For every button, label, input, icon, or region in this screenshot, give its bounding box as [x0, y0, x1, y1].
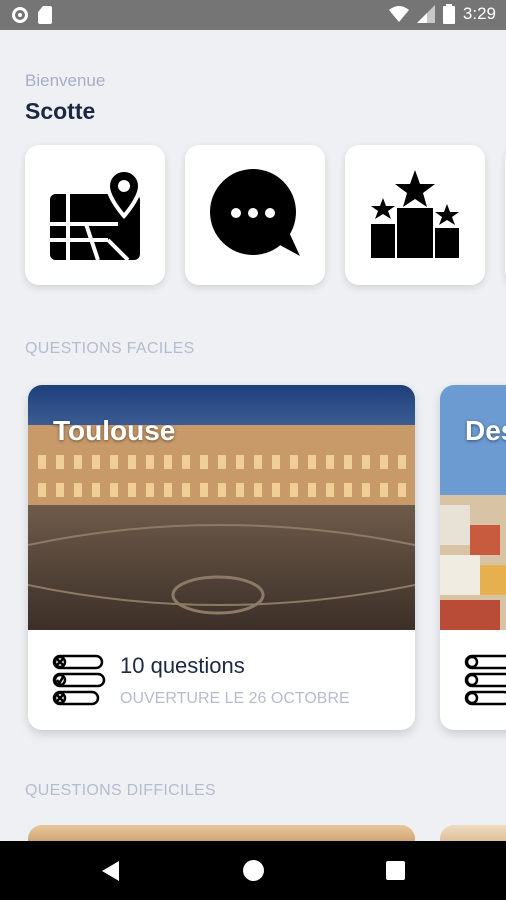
card-title-partial: Des [465, 415, 506, 446]
question-list-icon [52, 654, 106, 706]
welcome-label: Bienvenue [25, 71, 106, 90]
status-bar: 3:29 [0, 0, 506, 30]
chat-tile[interactable] [185, 145, 325, 285]
main-content[interactable]: Bienvenue Scotte QUESTIONS FACILES Toulo… [0, 30, 506, 841]
chat-bubble-icon [210, 169, 300, 256]
hard-card-peek-2[interactable] [440, 825, 506, 841]
back-icon[interactable] [102, 861, 119, 881]
quiz-card-partial[interactable]: Des [440, 385, 506, 730]
status-left [12, 6, 52, 24]
navigation-bar [0, 841, 506, 900]
wifi-icon [388, 6, 409, 22]
opening-date: OUVERTURE LE 26 OCTOBRE [120, 690, 350, 707]
easy-section-title: QUESTIONS FACILES [25, 340, 195, 357]
notification-icon [12, 7, 28, 23]
map-tile[interactable] [25, 145, 165, 285]
leaderboard-tile[interactable] [345, 145, 485, 285]
podium-stars-icon [371, 170, 459, 258]
home-icon[interactable] [243, 860, 264, 881]
hard-section-title: QUESTIONS DIFFICILES [25, 782, 216, 799]
card-title: Toulouse [53, 415, 176, 446]
status-right: 3:29 [388, 4, 496, 24]
quiz-card-toulouse[interactable]: Toulouse 10 questions OUVERTURE LE 26 OC… [28, 385, 415, 730]
battery-icon [442, 4, 455, 24]
question-list-icon [464, 654, 506, 706]
username: Scotte [25, 98, 96, 124]
hard-card-peek-1[interactable] [28, 825, 415, 841]
recent-apps-icon[interactable] [386, 861, 405, 880]
question-count: 10 questions [120, 653, 245, 678]
clock: 3:29 [462, 4, 496, 23]
signal-icon [416, 5, 435, 23]
map-pin-icon [50, 168, 142, 262]
sd-card-icon [38, 6, 52, 24]
